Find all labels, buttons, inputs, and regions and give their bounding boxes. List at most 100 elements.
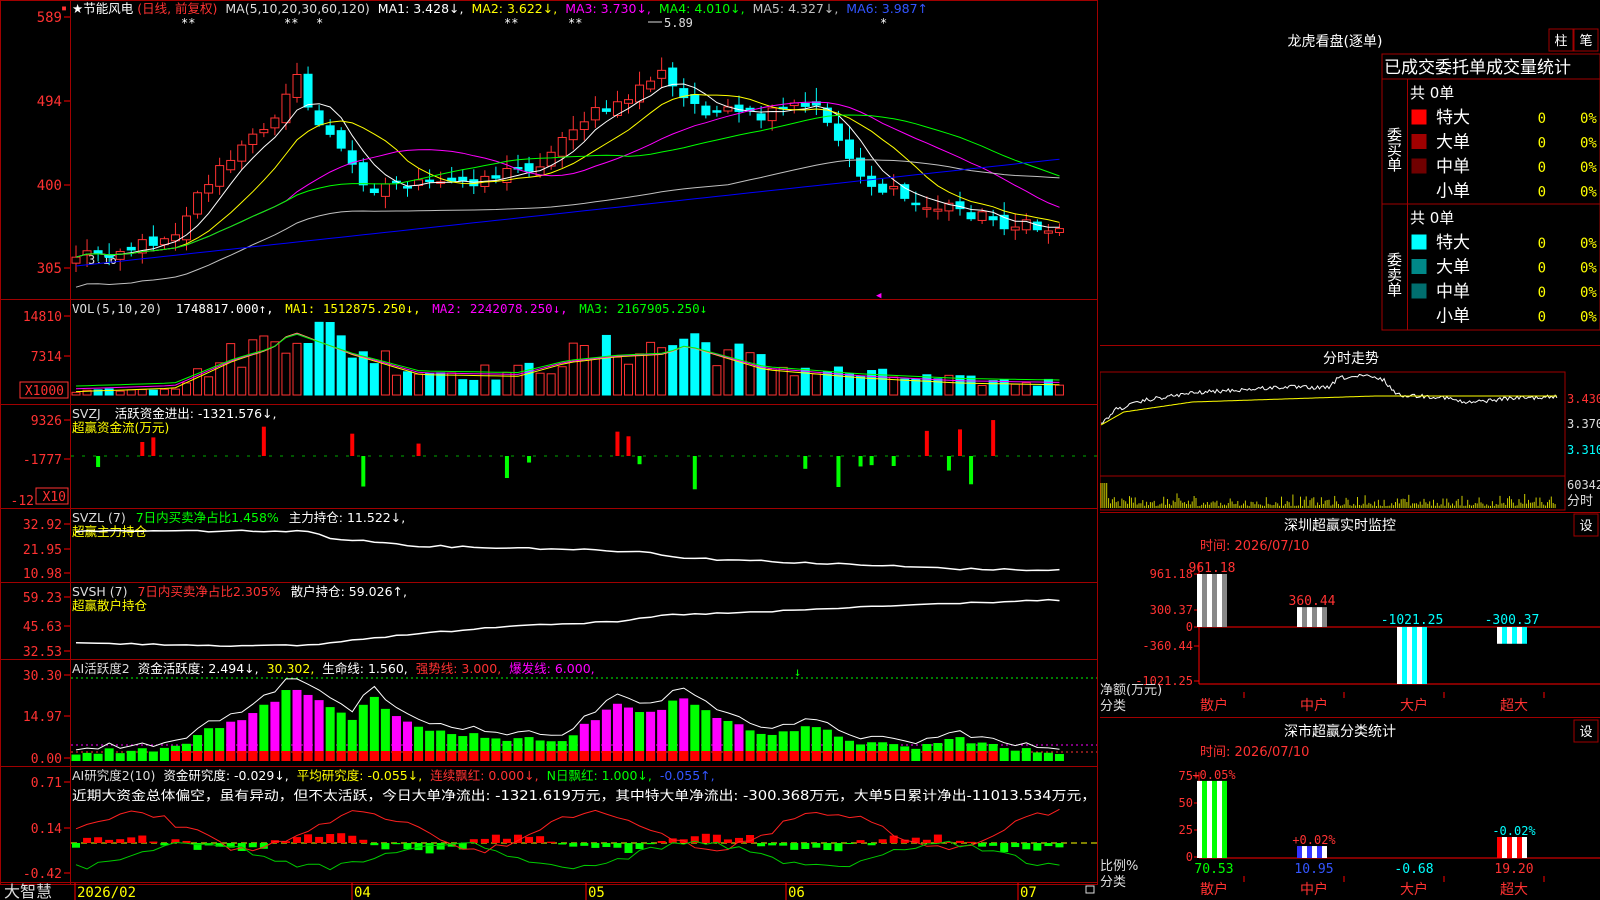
research-bar (712, 834, 721, 843)
volume-bar (480, 364, 490, 396)
bar-stripe (1312, 607, 1317, 627)
candle-body (579, 121, 589, 131)
kline-chart-area[interactable]: 589 494 400 305 ▪ ★节能风电 (日线, 前复权) MA(5,1… (0, 0, 1100, 900)
buy-row-count: 0 (1538, 111, 1546, 127)
signal-star-2: ** (284, 16, 298, 30)
svsh-title: SVSH (7) (72, 584, 128, 599)
svzj-y-label-2: -1777 (23, 453, 62, 468)
sell-row-pct: 0% (1580, 310, 1597, 326)
class-bars[interactable]: +0.05% 70.53 +0.02% 10.95 -0.68 -0.02% 19.20 (1192, 768, 1536, 877)
activity-bar-base (403, 751, 412, 761)
volume-bar (204, 376, 214, 396)
activity-bar-base (491, 751, 501, 761)
fund-flow-bar (350, 433, 355, 456)
activity-bar (104, 748, 114, 761)
candle-body (281, 93, 291, 124)
activity-bar-base (414, 751, 424, 761)
volume-bar (182, 382, 191, 396)
activity-bar-base (557, 751, 567, 761)
fund-flow-bar (140, 442, 145, 456)
candle-body (215, 165, 225, 187)
y-axis-label: 75 (1179, 769, 1193, 783)
svg-text:VOL(5,10,20) 1748817.000↑,: VOL(5,10,20) 1748817.000↑, MA1: 1512875.… (72, 301, 707, 316)
svzj-unit-label: X10 (43, 490, 66, 505)
svzj-label: 活跃资金进出: -1321.576↓, (115, 406, 277, 421)
activity-bar-base (259, 751, 269, 761)
activity-bar (159, 747, 169, 761)
volume-bar (833, 366, 843, 396)
research-bar (613, 843, 622, 848)
volume-bar (1054, 384, 1064, 396)
fund-flow-bar (692, 456, 697, 490)
candle-body (856, 157, 866, 177)
fund-flow-bars[interactable] (96, 420, 996, 490)
monitor-bars[interactable]: 961.18 360.44 -1021.25 -300.37 (1189, 561, 1600, 684)
class-top-label: +0.02% (1292, 833, 1336, 847)
research-bar (105, 839, 114, 843)
candle-body (966, 212, 976, 220)
sell-row-count: 0 (1538, 261, 1546, 277)
volume-bar (734, 343, 744, 396)
candlestick-series[interactable] (71, 57, 1064, 273)
fund-flow-bar (958, 429, 962, 456)
research-bar (922, 839, 931, 843)
ai1-label5: 爆发线: 6.000, (509, 661, 594, 676)
intraday-title: 分时走势 (1323, 351, 1379, 367)
activity-bar-base (391, 751, 401, 761)
activity-bars[interactable] (71, 689, 1064, 761)
category-label: 中户 (1300, 881, 1328, 898)
activity-bar-base (480, 751, 490, 761)
candle-body (568, 129, 578, 141)
activity-bar-base (380, 751, 390, 761)
activity-bar (115, 753, 125, 761)
sell-row-name: 中单 (1436, 282, 1470, 302)
lock-icon[interactable] (1085, 885, 1095, 894)
volume-bar (115, 390, 125, 396)
volume-bar (690, 333, 700, 396)
price-y-label-4: 305 (37, 261, 62, 277)
research-bar (381, 843, 390, 850)
svzl-title: SVZL (7) (72, 510, 126, 525)
category-label: 中户 (1300, 697, 1328, 714)
fund-flow-bar (858, 456, 863, 467)
candle-body (1010, 226, 1020, 231)
chart-period[interactable]: (日线, 前复权) (137, 1, 217, 16)
vol-ma3: MA3: 2167905.250↓ (579, 301, 707, 316)
app-logo[interactable]: 大智慧 (4, 882, 52, 900)
volume-bar (447, 372, 457, 396)
svzl-y-label-1: 32.92 (23, 518, 62, 533)
buy-row-name: 中单 (1436, 157, 1470, 177)
research-bar (83, 837, 92, 843)
bar-stripe (1517, 627, 1522, 644)
sell-row-pct: 0% (1580, 236, 1597, 252)
y-axis-label: 50 (1179, 796, 1193, 810)
svsh-y-label-2: 45.63 (23, 620, 62, 635)
y-axis-label: 25 (1179, 823, 1193, 837)
activity-bar-base (601, 751, 611, 761)
monitor-data-label: -1021.25 (1381, 613, 1444, 628)
volume-bar (148, 389, 158, 396)
fund-flow-bar (615, 431, 620, 456)
research-bar (491, 834, 500, 843)
trade-stats-tab[interactable]: 已成交委托单成交量统计 (1384, 58, 1571, 78)
activity-bar-base (988, 751, 998, 761)
volume-bar (71, 391, 81, 396)
research-bar (989, 843, 998, 846)
activity-bar (292, 689, 302, 761)
sell-row-name: 特大 (1436, 233, 1470, 253)
ma4-value: MA4: 4.010↓, (659, 1, 745, 16)
candle-body (314, 110, 324, 126)
activity-bar (1021, 748, 1031, 761)
activity-bar-base (822, 751, 832, 761)
signal-star-1: ** (181, 16, 195, 30)
volume-bars[interactable] (71, 321, 1064, 396)
bar-stripe (1317, 607, 1322, 627)
ma-params: MA(5,10,20,30,60,120) (225, 1, 369, 16)
activity-bar-base (966, 751, 976, 761)
class-xlabel: 分类 (1100, 875, 1126, 890)
activity-bar-base (612, 751, 622, 761)
stock-name[interactable]: ★节能风电 (72, 1, 134, 16)
research-bar (657, 840, 666, 843)
volume-bar (347, 357, 357, 396)
category-label: 散户 (1200, 881, 1228, 898)
